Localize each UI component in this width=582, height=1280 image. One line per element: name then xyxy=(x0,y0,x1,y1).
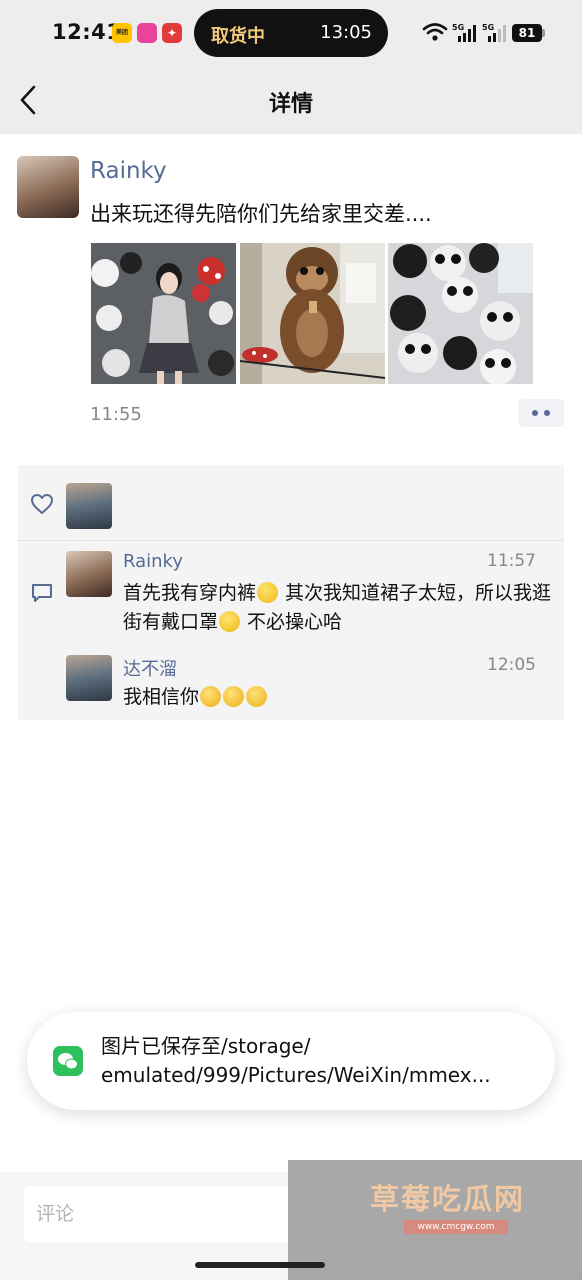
comment-text-part: 不必操心哈 xyxy=(241,611,343,633)
comment-time: 12:05 xyxy=(487,655,536,675)
status-bar: 12:41 美团 ✦ 取货中 13:05 5G 5G 81 xyxy=(0,0,582,66)
comment-input[interactable] xyxy=(24,1186,324,1242)
watermark-url: www.cmcgw.com xyxy=(404,1220,508,1234)
interaction-panel: Rainky 11:57 首先我有穿内裤 其次我知道裙子太短，所以我逛街有戴口罩… xyxy=(18,465,564,720)
heart-icon xyxy=(31,494,53,514)
divider xyxy=(18,540,564,541)
comment-author-name[interactable]: 达不溜 xyxy=(123,655,177,681)
post-author-name[interactable]: Rainky xyxy=(90,158,167,184)
shopping-app-icon xyxy=(137,23,157,43)
comment-icon xyxy=(32,584,52,602)
island-time: 13:05 xyxy=(320,22,372,43)
wechat-icon xyxy=(53,1046,83,1076)
thinking-emoji-icon xyxy=(223,686,245,707)
saved-toast: 图片已保存至/storage/ emulated/999/Pictures/We… xyxy=(27,1012,555,1110)
island-label: 取货中 xyxy=(211,26,265,47)
toast-message: 图片已保存至/storage/ emulated/999/Pictures/We… xyxy=(101,1032,531,1090)
post-author-avatar[interactable] xyxy=(17,156,79,218)
post-photo-3[interactable] xyxy=(388,243,533,384)
likes-row xyxy=(18,465,564,539)
post-photo-1[interactable] xyxy=(91,243,236,384)
page-title: 详情 xyxy=(268,92,313,117)
smile-emoji-icon xyxy=(257,582,279,603)
live-activity-island[interactable]: 取货中 13:05 xyxy=(194,9,388,57)
network-label: 5G xyxy=(452,23,464,32)
comment-text: 我相信你 xyxy=(123,683,553,712)
red-app-icon: ✦ xyxy=(162,23,182,43)
liker-avatar[interactable] xyxy=(66,483,112,529)
more-dots-icon xyxy=(544,410,550,416)
wifi-icon xyxy=(422,23,448,41)
comment-text-part: 我相信你 xyxy=(123,686,200,708)
signal-icon: 5G xyxy=(482,23,506,42)
thinking-emoji-icon xyxy=(200,686,222,707)
status-time: 12:41 xyxy=(52,20,122,44)
more-options-button[interactable] xyxy=(518,399,564,427)
watermark-text: 草莓吃瓜网 xyxy=(370,1182,526,1216)
post-text: 出来玩还得先陪你们先给家里交差.... xyxy=(90,202,432,226)
more-dots-icon xyxy=(532,410,538,416)
home-indicator[interactable] xyxy=(195,1262,325,1268)
comment-author-avatar[interactable] xyxy=(66,655,112,701)
toast-line-2: emulated/999/Pictures/WeiXin/mmex... xyxy=(101,1063,491,1087)
nav-bar: 详情 xyxy=(0,66,582,134)
smile-emoji-icon xyxy=(219,611,241,632)
network-label: 5G xyxy=(482,23,494,32)
post-time: 11:55 xyxy=(90,404,142,425)
signal-icon: 5G xyxy=(452,23,476,42)
comment-author-avatar[interactable] xyxy=(66,551,112,597)
meituan-app-icon: 美团 xyxy=(112,23,132,43)
comment-time: 11:57 xyxy=(487,551,536,571)
comment-text: 首先我有穿内裤 其次我知道裙子太短，所以我逛街有戴口罩 不必操心哈 xyxy=(123,579,553,637)
thinking-emoji-icon xyxy=(246,686,268,707)
comment-author-name[interactable]: Rainky xyxy=(123,551,183,572)
post-photo-2[interactable] xyxy=(240,243,385,384)
battery-nub xyxy=(542,29,545,37)
toast-line-1: 图片已保存至/storage/ xyxy=(101,1034,311,1058)
battery-icon: 81 xyxy=(512,24,542,42)
watermark: 草莓吃瓜网 www.cmcgw.com xyxy=(288,1160,582,1280)
comment-text-part: 首先我有穿内裤 xyxy=(123,582,257,604)
